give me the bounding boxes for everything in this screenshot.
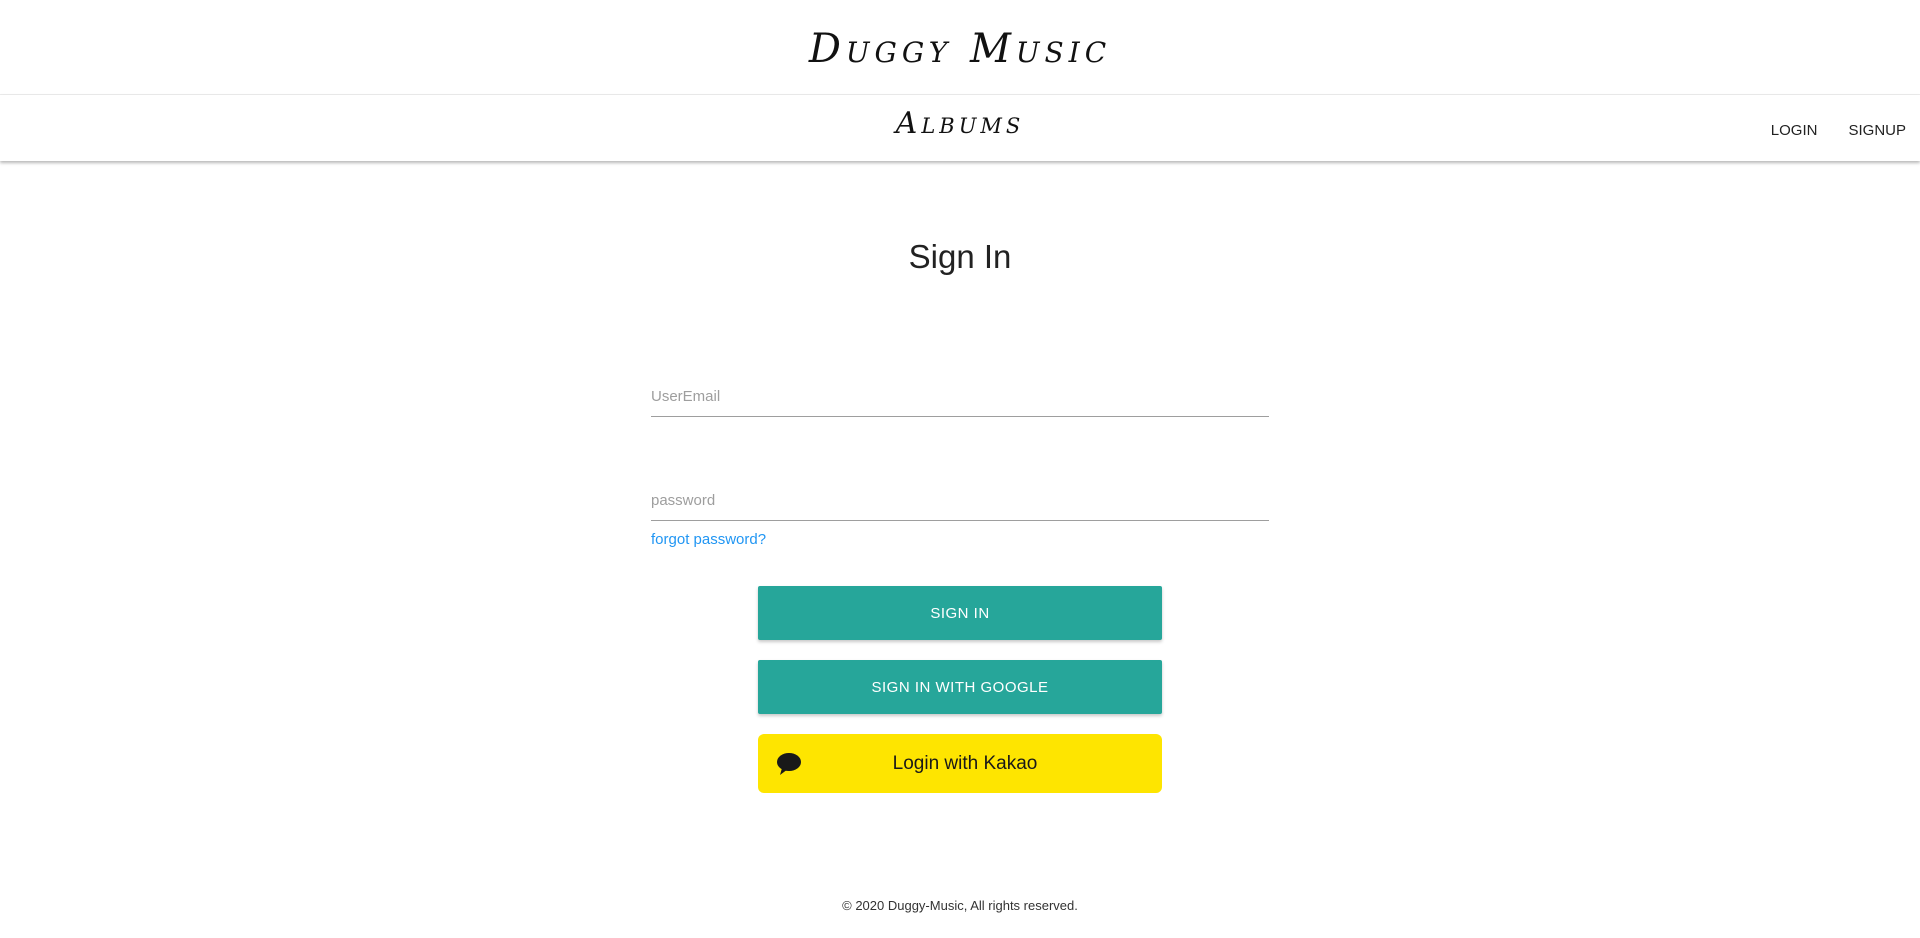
kakao-login-label: Login with Kakao — [892, 752, 1038, 774]
forgot-password-link[interactable]: forgot password? — [651, 531, 766, 548]
nav-title-albums[interactable]: Albums — [0, 95, 1920, 151]
kakao-login-button[interactable]: Login with Kakao — [758, 734, 1162, 793]
footer-copyright: © 2020 Duggy-Music, All rights reserved. — [842, 898, 1078, 913]
google-sign-in-button[interactable]: SIGN IN WITH GOOGLE — [758, 660, 1162, 714]
sign-in-button[interactable]: SIGN IN — [758, 586, 1162, 640]
password-field[interactable] — [651, 481, 1269, 521]
brand-header: Duggy Music — [0, 0, 1920, 95]
nav-bar: Albums LOGIN SIGNUP — [0, 95, 1920, 161]
brand-title: Duggy Music — [808, 26, 1112, 72]
nav-links: LOGIN SIGNUP — [1740, 95, 1906, 161]
login-link[interactable]: LOGIN — [1771, 118, 1818, 139]
page-title: Sign In — [908, 238, 1012, 275]
email-field[interactable] — [651, 377, 1269, 417]
speech-bubble-icon — [777, 753, 801, 775]
signup-link[interactable]: SIGNUP — [1848, 118, 1906, 139]
